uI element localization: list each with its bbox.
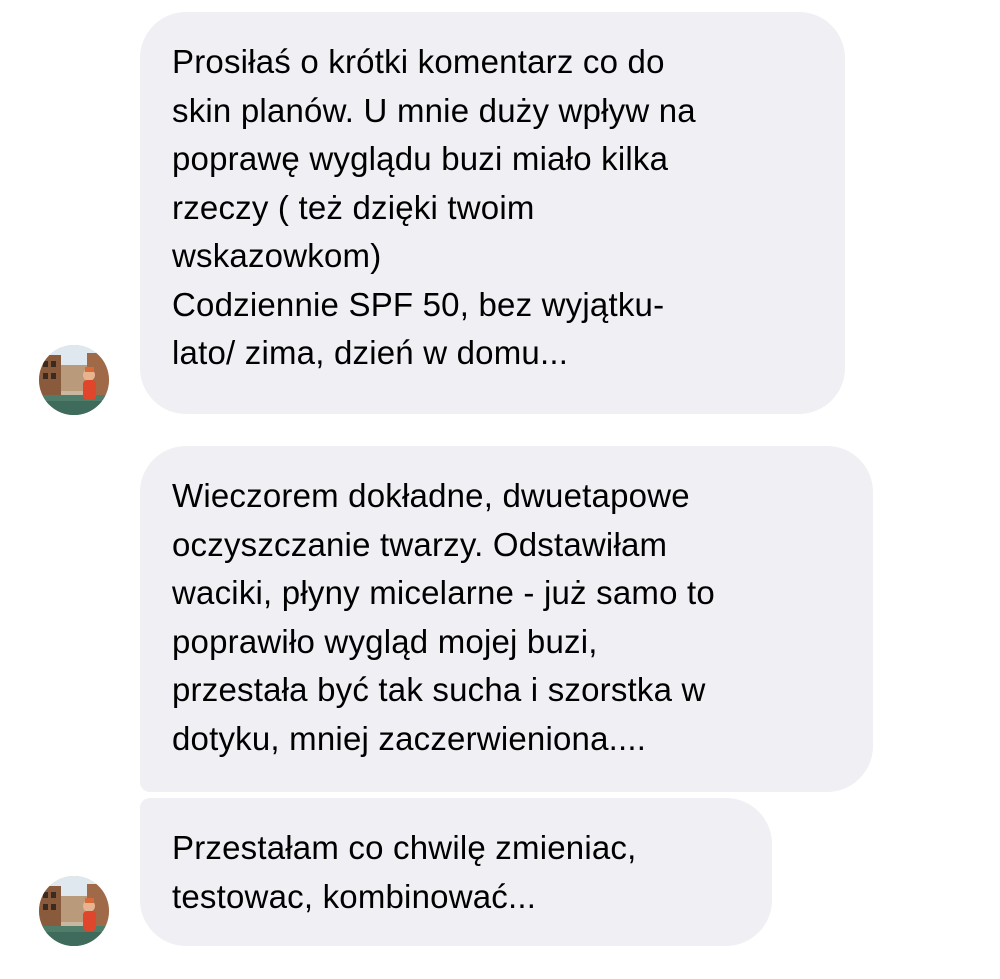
message-line: wskazowkom)	[172, 237, 382, 274]
message-line: rzeczy ( też dzięki twoim	[172, 188, 535, 226]
message-line: Przestałam co chwilę zmieniac,	[172, 829, 637, 866]
message-bubble[interactable]: Prosiłaś o krótki komentarz co do skin p…	[140, 12, 845, 414]
message-line: Codziennie SPF 50, bez wyjątku-	[172, 285, 665, 323]
message-line: poprawiło wygląd mojej buzi,	[172, 622, 598, 660]
message-line: lato/ zima, dzień w domu...	[172, 334, 569, 371]
contact-avatar[interactable]	[39, 876, 109, 946]
message-bubble[interactable]: Przestałam co chwilę zmieniac, testowac,…	[140, 798, 772, 946]
message-line: testowac, kombinować...	[172, 877, 537, 915]
message-line: dotyku, mniej zaczerwieniona....	[172, 719, 647, 757]
contact-avatar-photo-icon	[39, 876, 109, 946]
message-line: Wieczorem dokładne, dwuetapowe	[172, 477, 690, 514]
contact-avatar[interactable]	[39, 345, 109, 415]
message-line: skin planów. U mnie duży wpływ na	[172, 91, 696, 129]
message-line: waciki, płyny micelarne - już samo to	[172, 574, 715, 611]
message-line: przestała być tak sucha i szorstka w	[172, 671, 706, 708]
message-line: Prosiłaś o krótki komentarz co do	[172, 43, 665, 80]
contact-avatar-photo-icon	[39, 345, 109, 415]
message-bubble[interactable]: Wieczorem dokładne, dwuetapowe oczyszcza…	[140, 446, 873, 792]
message-line: poprawę wyglądu buzi miało kilka	[172, 140, 669, 177]
message-line: oczyszczanie twarzy. Odstawiłam	[172, 525, 668, 563]
